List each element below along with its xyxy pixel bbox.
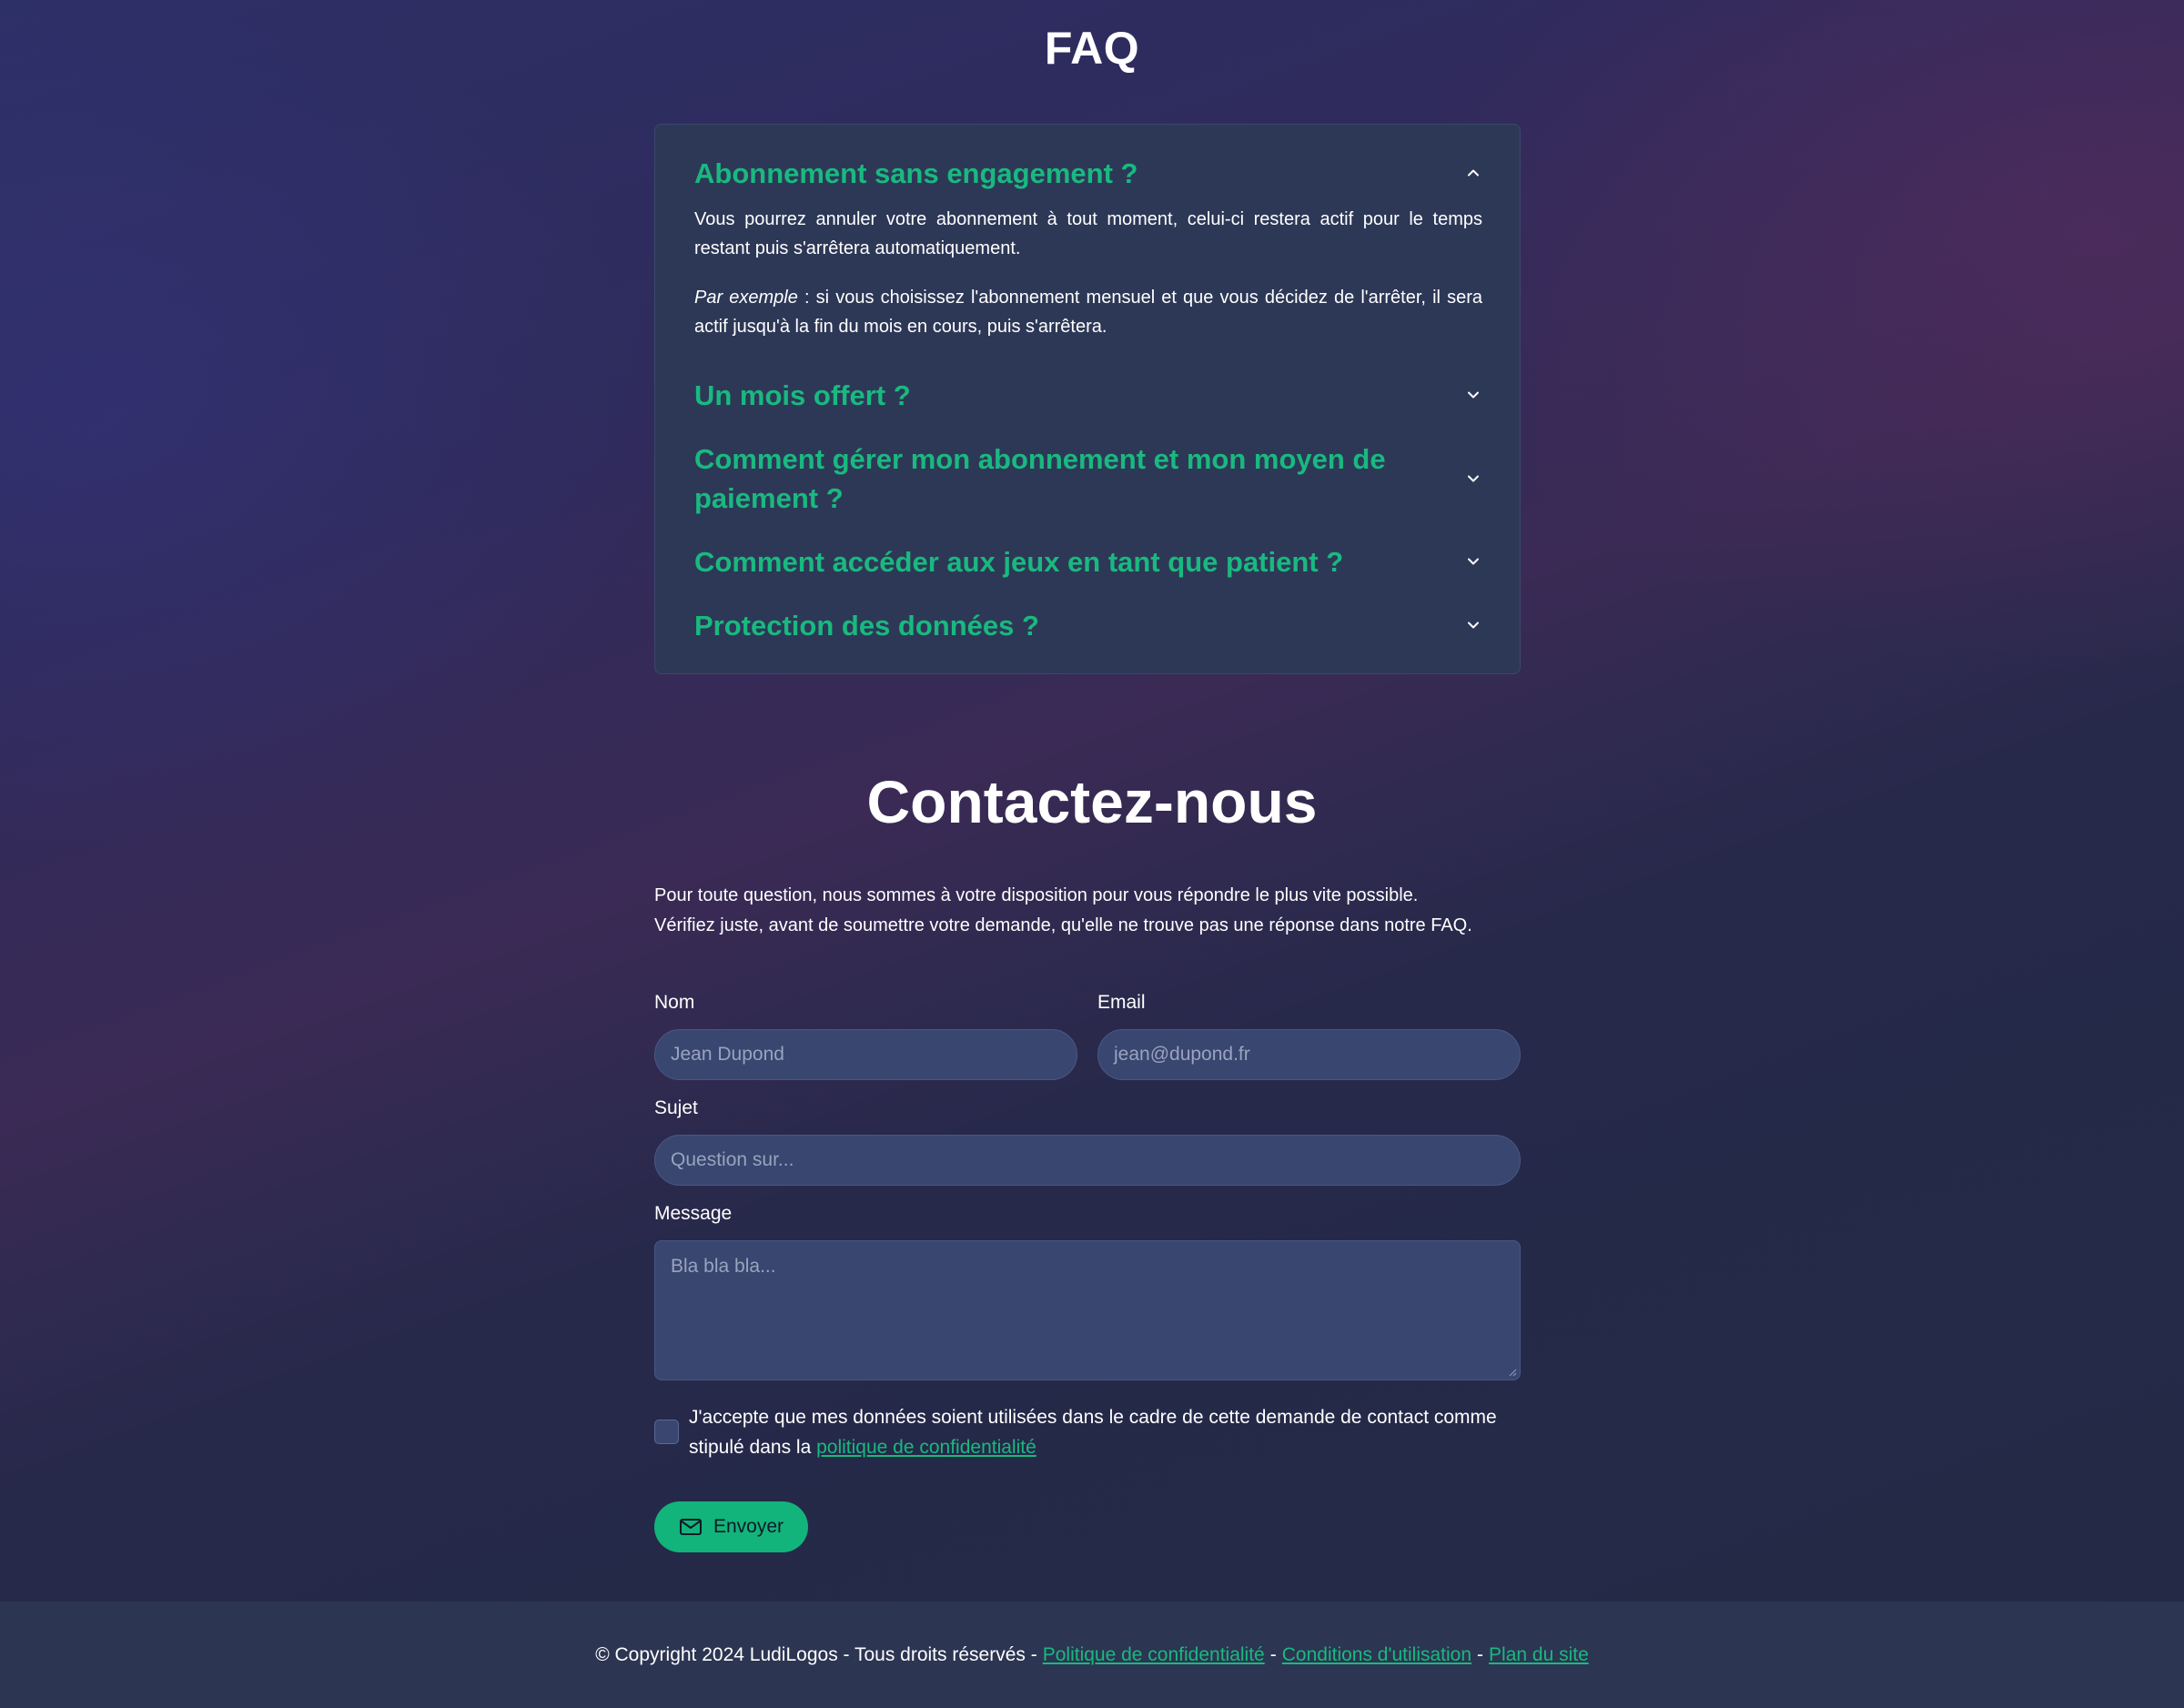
footer-privacy-link[interactable]: Politique de confidentialité — [1043, 1644, 1265, 1666]
footer-separator: - — [1269, 1643, 1277, 1665]
resize-handle-icon[interactable] — [1508, 1368, 1517, 1377]
privacy-policy-link[interactable]: politique de confidentialité — [816, 1437, 1036, 1458]
consent-checkbox[interactable] — [654, 1420, 679, 1444]
faq-question[interactable]: Protection des données ? — [694, 606, 1413, 645]
consent-label: J'accepte que mes données soient utilisé… — [689, 1402, 1526, 1462]
faq-answer-example: Par exemple : si vous choisissez l'abonn… — [694, 283, 1482, 341]
faq-item-subscription[interactable]: Abonnement sans engagement ? Vous pourre… — [694, 154, 1482, 361]
footer-separator: - — [1477, 1643, 1484, 1665]
faq-question[interactable]: Abonnement sans engagement ? — [694, 154, 1413, 193]
faq-answer-paragraph: Vous pourrez annuler votre abonnement à … — [694, 209, 1482, 258]
contact-intro: Pour toute question, nous sommes à votre… — [654, 881, 1528, 941]
copyright-text: © Copyright 2024 LudiLogos - Tous droits… — [595, 1643, 1037, 1665]
example-label: Par exemple — [694, 288, 798, 308]
send-button[interactable]: Envoyer — [654, 1501, 808, 1552]
faq-question[interactable]: Comment accéder aux jeux en tant que pat… — [694, 542, 1413, 581]
message-placeholder: Bla bla bla... — [671, 1256, 776, 1277]
faq-question[interactable]: Un mois offert ? — [694, 376, 1413, 415]
faq-item-manage-subscription[interactable]: Comment gérer mon abonnement et mon moye… — [694, 440, 1482, 518]
intro-line: Pour toute question, nous sommes à votre… — [654, 885, 1419, 905]
name-input[interactable]: Jean Dupond — [654, 1029, 1077, 1080]
send-button-label: Envoyer — [713, 1516, 784, 1537]
email-label: Email — [1097, 992, 1146, 1013]
chevron-down-icon[interactable] — [1464, 386, 1482, 404]
name-label: Nom — [654, 992, 695, 1013]
example-text: : si vous choisissez l'abonnement mensue… — [694, 288, 1482, 337]
intro-line: Vérifiez juste, avant de soumettre votre… — [654, 915, 1472, 935]
chevron-down-icon[interactable] — [1464, 470, 1482, 488]
subject-input[interactable]: Question sur... — [654, 1135, 1521, 1186]
subject-label: Sujet — [654, 1097, 698, 1118]
faq-item-patient-access[interactable]: Comment accéder aux jeux en tant que pat… — [694, 542, 1482, 581]
footer-terms-link[interactable]: Conditions d'utilisation — [1282, 1644, 1471, 1666]
chevron-down-icon[interactable] — [1464, 552, 1482, 571]
chevron-up-icon[interactable] — [1464, 164, 1482, 182]
message-label: Message — [654, 1203, 733, 1224]
footer: © Copyright 2024 LudiLogos - Tous droits… — [0, 1602, 2184, 1708]
faq-item-data-protection[interactable]: Protection des données ? — [694, 606, 1482, 645]
message-textarea[interactable]: Bla bla bla... — [654, 1240, 1521, 1380]
faq-answer: Vous pourrez annuler votre abonnement à … — [694, 205, 1482, 341]
faq-question[interactable]: Comment gérer mon abonnement et mon moye… — [694, 440, 1413, 518]
chevron-down-icon[interactable] — [1464, 616, 1482, 634]
footer-sitemap-link[interactable]: Plan du site — [1489, 1644, 1589, 1666]
faq-item-free-month[interactable]: Un mois offert ? — [694, 376, 1482, 415]
faq-accordion: Abonnement sans engagement ? Vous pourre… — [654, 124, 1521, 674]
envelope-icon — [679, 1519, 702, 1535]
email-input[interactable]: jean@dupond.fr — [1097, 1029, 1521, 1080]
contact-title: Contactez-nous — [866, 768, 1318, 835]
consent-text: J'accepte que mes données soient utilisé… — [689, 1407, 1497, 1458]
faq-title: FAQ — [1044, 23, 1140, 74]
